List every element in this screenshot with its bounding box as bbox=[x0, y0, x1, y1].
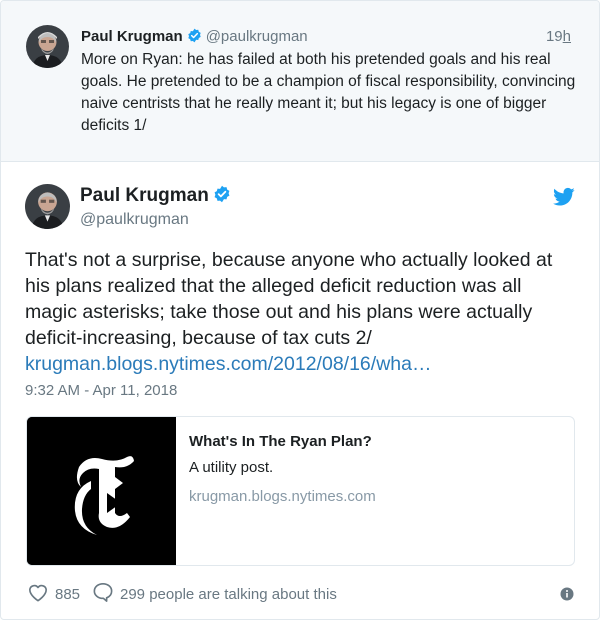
nyt-logo-image bbox=[27, 417, 176, 565]
verified-badge-icon bbox=[213, 185, 231, 209]
parent-tweet-text: More on Ryan: he has failed at both his … bbox=[81, 51, 576, 134]
tweet-time[interactable]: 19h bbox=[546, 28, 571, 45]
parent-tweet-header: Paul Krugman @paulkrugman 19h bbox=[81, 28, 581, 48]
author-handle[interactable]: @paulkrugman bbox=[80, 211, 189, 229]
speech-bubble-icon bbox=[92, 582, 120, 606]
author-handle[interactable]: @paulkrugman bbox=[206, 28, 308, 45]
author-name[interactable]: Paul Krugman bbox=[81, 28, 183, 45]
tweet-body: That's not a surprise, because anyone wh… bbox=[25, 249, 553, 349]
heart-icon bbox=[27, 582, 55, 606]
card-domain: krugman.blogs.nytimes.com bbox=[189, 488, 376, 505]
author-name-row: Paul Krugman bbox=[80, 185, 231, 209]
tweet-timestamp[interactable]: 9:32 AM - Apr 11, 2018 bbox=[25, 382, 177, 399]
tweet-link[interactable]: krugman.blogs.nytimes.com/2012/08/16/wha… bbox=[25, 353, 431, 375]
verified-badge-icon bbox=[187, 28, 202, 47]
time-unit: h bbox=[562, 28, 571, 45]
tweet-embed: Paul Krugman @paulkrugman 19h More on Rya… bbox=[0, 0, 600, 620]
avatar[interactable] bbox=[26, 25, 69, 68]
conversation-label: 299 people are talking about this bbox=[120, 585, 337, 603]
info-icon[interactable] bbox=[560, 587, 574, 601]
like-count: 885 bbox=[55, 585, 81, 603]
link-card[interactable]: What's In The Ryan Plan? A utility post.… bbox=[26, 416, 575, 566]
avatar[interactable] bbox=[25, 184, 70, 229]
twitter-bird-icon[interactable] bbox=[553, 187, 575, 207]
action-bar: 885 299 people are talking about this bbox=[27, 583, 577, 605]
like-button[interactable]: 885 bbox=[27, 583, 80, 605]
card-title[interactable]: What's In The Ryan Plan? bbox=[189, 433, 372, 450]
time-value: 19 bbox=[545, 28, 563, 45]
conversation-button[interactable]: 299 people are talking about this bbox=[92, 583, 337, 605]
tweet-text: That's not a surprise, because anyone wh… bbox=[25, 247, 565, 377]
author-name[interactable]: Paul Krugman bbox=[80, 185, 209, 206]
card-description: A utility post. bbox=[189, 459, 274, 476]
parent-tweet[interactable]: Paul Krugman @paulkrugman 19h More on Rya… bbox=[1, 1, 599, 162]
